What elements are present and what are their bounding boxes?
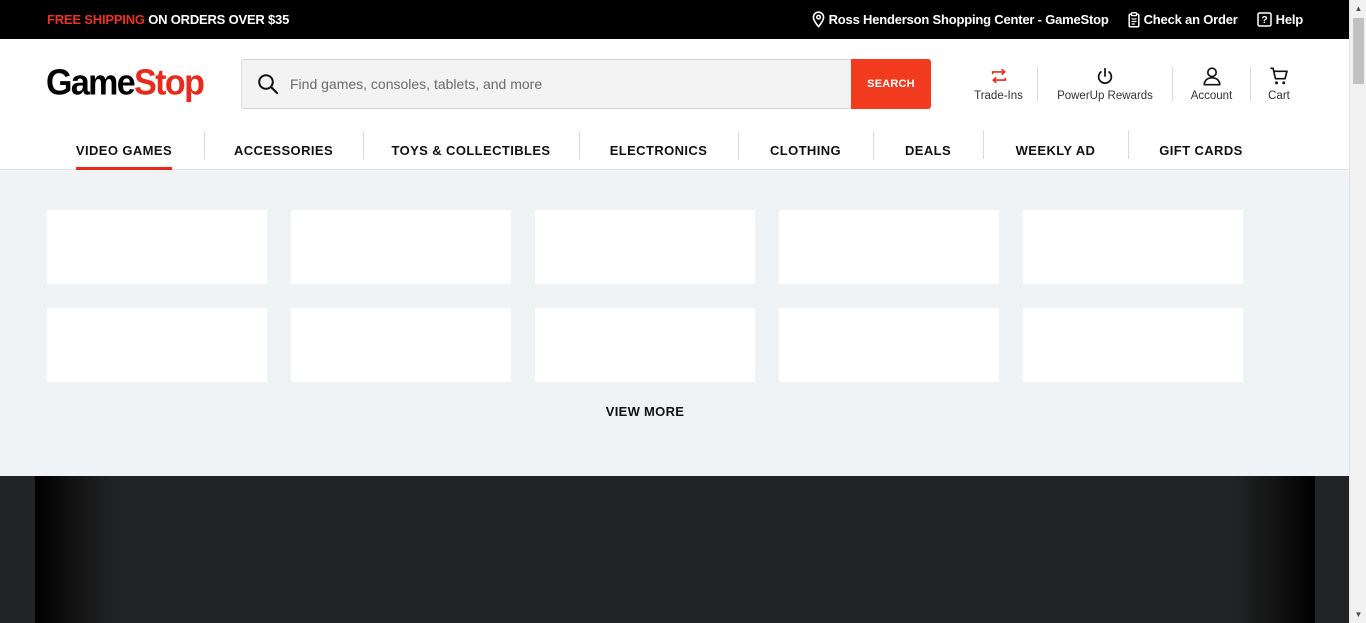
scroll-up-arrow-icon[interactable]: ▲ [1350, 0, 1366, 17]
search-button[interactable]: SEARCH [851, 59, 931, 109]
top-promo-bar: FREE SHIPPING ON ORDERS OVER $35 Ross He… [0, 0, 1349, 39]
check-order-link[interactable]: Check an Order [1128, 11, 1238, 28]
svg-text:?: ? [1261, 15, 1267, 26]
category-tile[interactable] [291, 210, 511, 284]
nav-gift-cards[interactable]: GIFT CARDS [1128, 131, 1274, 170]
swap-arrows-icon [991, 68, 1006, 84]
vertical-scrollbar[interactable]: ▲ ▼ [1349, 0, 1366, 623]
free-shipping-promo[interactable]: FREE SHIPPING ON ORDERS OVER $35 [47, 12, 289, 27]
category-tile[interactable] [47, 210, 267, 284]
page: FREE SHIPPING ON ORDERS OVER $35 Ross He… [0, 0, 1366, 623]
promo-highlight: FREE SHIPPING [47, 12, 145, 27]
powerup-rewards-button[interactable]: PowerUp Rewards [1038, 66, 1173, 102]
nav-clothing[interactable]: CLOTHING [738, 131, 873, 170]
category-tile[interactable] [291, 308, 511, 382]
site-header: GameStop SEARCH Trade-Ins [0, 39, 1349, 170]
trade-ins-button[interactable]: Trade-Ins [960, 66, 1038, 102]
location-pin-icon [812, 11, 825, 28]
help-link[interactable]: ? Help [1256, 12, 1304, 27]
gamestop-logo[interactable]: GameStop [46, 63, 205, 103]
logo-stop: Stop [134, 63, 205, 103]
nav-electronics[interactable]: ELECTRONICS [579, 131, 738, 170]
clipboard-icon [1128, 11, 1140, 28]
store-locator-link[interactable]: Ross Henderson Shopping Center - GameSto… [812, 11, 1109, 28]
category-tile[interactable] [535, 210, 755, 284]
powerup-label: PowerUp Rewards [1057, 90, 1153, 102]
nav-weekly-ad[interactable]: WEEKLY AD [983, 131, 1128, 170]
category-tile[interactable] [779, 308, 999, 382]
nav-toys-collectibles[interactable]: TOYS & COLLECTIBLES [363, 131, 579, 170]
check-order-label: Check an Order [1143, 12, 1238, 27]
help-label: Help [1275, 12, 1304, 27]
cart-button[interactable]: Cart [1251, 66, 1307, 102]
account-button[interactable]: Account [1173, 66, 1251, 102]
category-tile[interactable] [779, 210, 999, 284]
cart-icon [1270, 67, 1288, 85]
question-box-icon: ? [1256, 12, 1272, 27]
scroll-thumb[interactable] [1353, 18, 1364, 84]
header-actions: Trade-Ins PowerUp Rewards Account Cart [960, 66, 1307, 102]
top-utility-links: Ross Henderson Shopping Center - GameSto… [793, 11, 1303, 28]
category-tiles-section: VIEW MORE [0, 171, 1349, 476]
category-tile[interactable] [1023, 308, 1243, 382]
power-icon [1097, 67, 1113, 84]
store-name: Ross Henderson Shopping Center - GameSto… [828, 12, 1109, 27]
account-label: Account [1190, 90, 1233, 102]
view-more-button[interactable]: VIEW MORE [595, 404, 695, 419]
hero-banner [0, 476, 1349, 623]
nav-video-games[interactable]: VIDEO GAMES [44, 131, 204, 170]
person-icon [1202, 67, 1221, 86]
category-nav: VIDEO GAMES ACCESSORIES TOYS & COLLECTIB… [44, 131, 1274, 170]
scroll-down-arrow-icon[interactable]: ▼ [1350, 606, 1366, 623]
nav-deals[interactable]: DEALS [873, 131, 983, 170]
nav-accessories[interactable]: ACCESSORIES [204, 131, 363, 170]
hero-banner-inner [35, 476, 1315, 623]
category-tile[interactable] [1023, 210, 1243, 284]
promo-text: ON ORDERS OVER $35 [144, 12, 290, 27]
search-input[interactable] [290, 60, 851, 108]
search-bar: SEARCH [241, 59, 931, 109]
trade-ins-label: Trade-Ins [974, 90, 1023, 102]
logo-game: Game [46, 63, 136, 103]
cart-label: Cart [1268, 90, 1290, 102]
category-tile[interactable] [535, 308, 755, 382]
magnifier-icon[interactable] [242, 60, 290, 108]
category-tile[interactable] [47, 308, 267, 382]
